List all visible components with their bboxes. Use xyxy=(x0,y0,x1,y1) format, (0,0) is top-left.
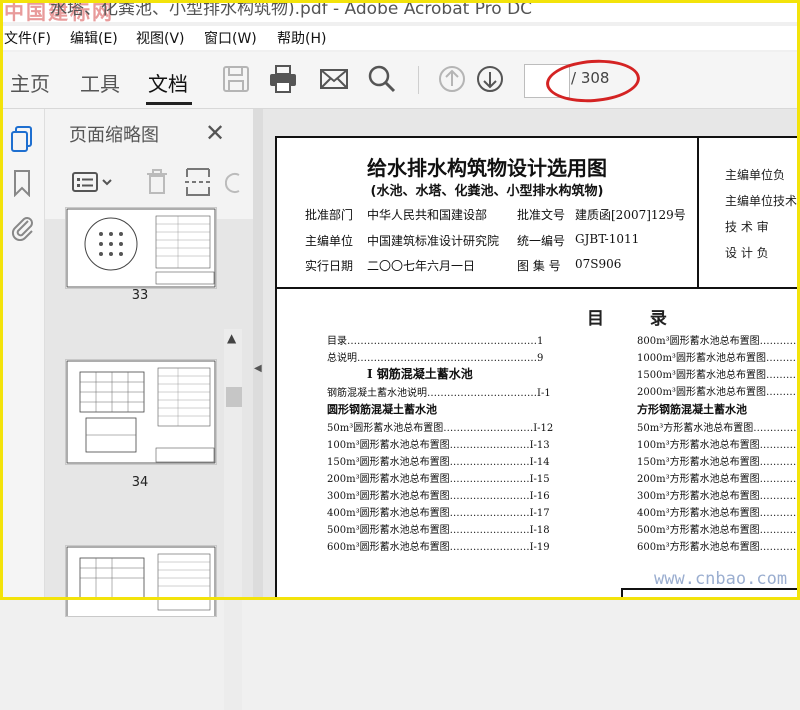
toc-entry: 600m³方形蓄水池总布置图……………… xyxy=(637,542,800,553)
toc-entry: 300m³圆形蓄水池总布置图……………………Ⅰ-16 xyxy=(327,491,550,502)
menu-help[interactable]: 帮助(H) xyxy=(277,28,326,48)
thumbnail-list[interactable]: 33 34 ▲ xyxy=(45,207,253,710)
watermark-url: www.cnbao.com xyxy=(654,569,788,589)
panel-splitter[interactable]: ◀ xyxy=(253,109,263,600)
signature-row: 设 计 负 xyxy=(725,246,769,260)
tab-tools[interactable]: 工具 xyxy=(80,68,120,97)
toc-entry: 400m³圆形蓄水池总布置图……………………Ⅰ-17 xyxy=(327,508,550,519)
toolbar-separator xyxy=(418,66,419,94)
document-subtitle: (水池、水塔、化粪池、小型排水构筑物) xyxy=(370,184,604,199)
toc-entry: 200m³方形蓄水池总布置图……………… xyxy=(637,474,800,485)
options-icon[interactable] xyxy=(71,171,119,193)
toc-section: 方形钢筋混凝土蓄水池 xyxy=(637,403,747,416)
toc-entry: 1000m³圆形蓄水池总布置图…………… xyxy=(637,353,800,364)
toc-section: Ⅰ 钢筋混凝土蓄水池 xyxy=(367,367,473,381)
title-block: 给水排水构筑物设计选用图 (水池、水塔、化粪池、小型排水构筑物) 批准部门 中华… xyxy=(277,138,699,289)
panel-toolbar xyxy=(45,163,253,203)
meta-value: 中国建筑标准设计研究院 xyxy=(367,234,500,248)
page-up-icon[interactable] xyxy=(436,64,468,94)
scroll-up-icon[interactable]: ▲ xyxy=(227,331,236,345)
signature-row: 主编单位负 xyxy=(725,168,786,182)
title-bar: 中国建标网 水塔、化粪池、小型排水构筑物).pdf - Adobe Acroba… xyxy=(0,0,800,24)
menu-bar: 文件(F) 编辑(E) 视图(V) 窗口(W) 帮助(H) xyxy=(0,26,800,50)
extract-icon[interactable] xyxy=(185,167,211,197)
toc-entry: 目录…………………………………………………1 xyxy=(327,336,544,347)
close-icon[interactable]: ✕ xyxy=(205,119,225,147)
meta-value: 二〇〇七年六月一日 xyxy=(367,259,476,273)
toc-entry: 500m³圆形蓄水池总布置图……………………Ⅰ-18 xyxy=(327,525,550,536)
toc-entry: 200m³圆形蓄水池总布置图……………………Ⅰ-15 xyxy=(327,474,550,485)
main-toolbar: 主页 工具 文档 / 308 xyxy=(0,52,800,109)
toc-entry: 100m³方形蓄水池总布置图……………… xyxy=(637,440,800,451)
page-down-icon[interactable] xyxy=(474,64,506,94)
meta-label: 实行日期 xyxy=(305,259,354,273)
toc-entry: 50m³方形蓄水池总布置图……………… xyxy=(637,423,800,434)
print-icon[interactable] xyxy=(267,64,299,94)
meta-value: GJBT-1011 xyxy=(575,232,640,246)
thumbnails-panel: 页面缩略图 ✕ 33 34 ▲ xyxy=(45,109,253,710)
pages-icon[interactable] xyxy=(10,125,34,153)
email-icon[interactable] xyxy=(318,64,350,94)
pdf-page: 给水排水构筑物设计选用图 (水池、水塔、化粪池、小型排水构筑物) 批准部门 中华… xyxy=(275,136,800,600)
signature-row: 主编单位技术 xyxy=(725,194,798,208)
active-tab-indicator xyxy=(146,102,192,105)
toc-entry: 150m³圆形蓄水池总布置图……………………Ⅰ-14 xyxy=(327,457,550,468)
toc-entry: 800m³圆形蓄水池总布置图……………… xyxy=(637,336,800,347)
signature-row: 技 术 审 xyxy=(725,220,769,234)
collapse-panel-icon[interactable]: ◀ xyxy=(254,363,262,374)
signature-block: 主编单位负 主编单位技术 技 术 审 设 计 负 xyxy=(697,138,800,289)
footer-title: 目 录 xyxy=(633,594,695,600)
toc-entry: 300m³方形蓄水池总布置图……………… xyxy=(637,491,800,502)
meta-label: 图 集 号 xyxy=(517,259,561,273)
page-thumbnail[interactable] xyxy=(65,207,217,289)
meta-label: 批准文号 xyxy=(517,208,566,222)
tab-document[interactable]: 文档 xyxy=(148,68,188,97)
toc-entry: 150m³方形蓄水池总布置图……………… xyxy=(637,457,800,468)
page-thumbnail[interactable] xyxy=(65,545,217,617)
toc-entry: 100m³圆形蓄水池总布置图……………………Ⅰ-13 xyxy=(327,440,550,451)
meta-label: 批准部门 xyxy=(305,208,354,222)
toc-entry: 钢筋混凝土蓄水池说明……………………………Ⅰ-1 xyxy=(327,388,551,399)
toc-entry: 50m³圆形蓄水池总布置图………………………Ⅰ-12 xyxy=(327,423,554,434)
meta-value: 建质函[2007]129号 xyxy=(575,208,686,222)
menu-edit[interactable]: 编辑(E) xyxy=(70,28,118,48)
thumbnail-page-number: 34 xyxy=(131,475,149,490)
document-title: 给水排水构筑物设计选用图 xyxy=(367,156,607,180)
save-icon[interactable] xyxy=(220,64,252,94)
panel-title: 页面缩略图 xyxy=(69,125,159,146)
menu-file[interactable]: 文件(F) xyxy=(4,28,51,48)
toc-entry: 500m³方形蓄水池总布置图……………… xyxy=(637,525,800,536)
rotate-icon[interactable] xyxy=(225,171,245,195)
menu-view[interactable]: 视图(V) xyxy=(136,28,185,48)
toc-entry: 600m³圆形蓄水池总布置图……………………Ⅰ-19 xyxy=(327,542,550,553)
bookmark-icon[interactable] xyxy=(12,169,32,197)
menu-window[interactable]: 窗口(W) xyxy=(204,28,257,48)
left-rail xyxy=(0,109,45,600)
document-viewer[interactable]: 给水排水构筑物设计选用图 (水池、水塔、化粪池、小型排水构筑物) 批准部门 中华… xyxy=(263,109,800,600)
window-title: 水塔、化粪池、小型排水构筑物).pdf - Adobe Acrobat Pro … xyxy=(50,0,533,19)
meta-label: 主编单位 xyxy=(305,234,354,248)
search-icon[interactable] xyxy=(366,64,398,94)
toc-entry: 总说明………………………………………………9 xyxy=(327,353,544,364)
meta-label: 统一编号 xyxy=(517,234,566,248)
thumbnail-scrollbar[interactable]: ▲ xyxy=(224,329,242,710)
meta-value: 中华人民共和国建设部 xyxy=(367,208,488,222)
meta-value: 07S906 xyxy=(575,257,622,271)
delete-icon[interactable] xyxy=(145,169,169,195)
toc-title: 目 录 xyxy=(587,309,687,329)
toc-entry: 2000m³圆形蓄水池总布置图…………… xyxy=(637,387,800,398)
thumbnail-page-number: 33 xyxy=(131,288,149,303)
toc-entry: 400m³方形蓄水池总布置图……………… xyxy=(637,508,800,519)
attachment-icon[interactable] xyxy=(8,213,36,241)
tab-home[interactable]: 主页 xyxy=(10,68,50,97)
page-thumbnail[interactable] xyxy=(65,359,217,465)
toc-section: 圆形钢筋混凝土蓄水池 xyxy=(327,403,437,416)
scrollbar-thumb[interactable] xyxy=(226,387,242,407)
toc-entry: 1500m³圆形蓄水池总布置图…………… xyxy=(637,370,800,381)
